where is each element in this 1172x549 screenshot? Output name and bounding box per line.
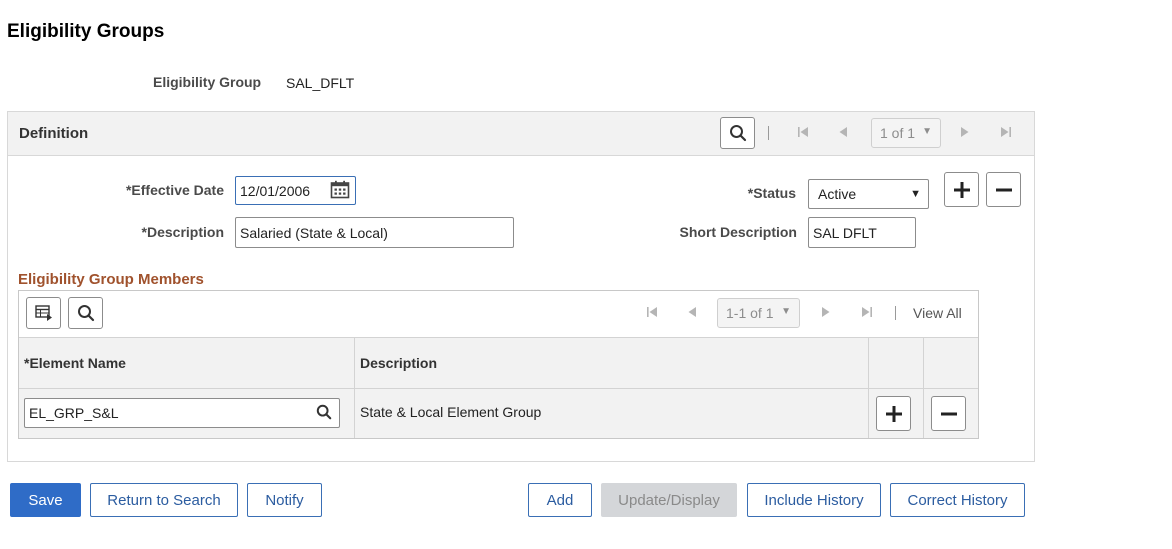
- view-all-link[interactable]: View All: [913, 305, 962, 321]
- members-section-title: Eligibility Group Members: [18, 271, 204, 288]
- previous-page-icon[interactable]: [838, 126, 848, 138]
- members-pager[interactable]: 1-1 of 1 ▼: [717, 298, 800, 328]
- column-header-element-name[interactable]: *Element Name: [24, 355, 126, 371]
- last-page-icon[interactable]: [861, 306, 873, 318]
- search-icon: [77, 305, 94, 322]
- calendar-icon[interactable]: [330, 180, 350, 199]
- definition-header: Definition 1 of 1 ▼: [8, 112, 1034, 156]
- minus-icon: [940, 412, 957, 415]
- description-field[interactable]: Salaried (State & Local): [235, 217, 514, 248]
- column-divider: [923, 337, 924, 438]
- column-divider: [354, 337, 355, 438]
- delete-member-row-button[interactable]: [931, 396, 966, 431]
- eligibility-group-value: SAL_DFLT: [286, 75, 355, 91]
- description-value: Salaried (State & Local): [240, 224, 388, 241]
- first-page-icon[interactable]: [797, 126, 809, 138]
- column-divider: [868, 337, 869, 438]
- page-title: Eligibility Groups: [7, 21, 165, 42]
- definition-pager[interactable]: 1 of 1 ▼: [871, 118, 941, 148]
- element-name-value: EL_GRP_S&L: [29, 405, 119, 421]
- find-button[interactable]: [720, 117, 755, 149]
- grid-personalize-icon: [34, 305, 52, 321]
- notify-button[interactable]: Notify: [247, 483, 322, 517]
- short-description-field[interactable]: SAL DFLT: [808, 217, 916, 248]
- table-row: EL_GRP_S&L State & Local Element Group: [19, 389, 978, 438]
- next-page-icon[interactable]: [960, 126, 970, 138]
- minus-icon: [995, 188, 1012, 191]
- add-button[interactable]: Add: [528, 483, 592, 517]
- grid-header-row: *Element Name Description: [19, 337, 978, 389]
- search-icon[interactable]: [316, 404, 332, 420]
- chevron-down-icon: ▼: [910, 188, 921, 200]
- member-description: State & Local Element Group: [360, 404, 542, 420]
- grid-toolbar: 1-1 of 1 ▼ View All: [19, 291, 978, 337]
- include-history-button[interactable]: Include History: [747, 483, 881, 517]
- column-header-description[interactable]: Description: [360, 355, 437, 371]
- element-name-field[interactable]: EL_GRP_S&L: [24, 398, 340, 428]
- personalize-grid-button[interactable]: [26, 297, 61, 329]
- members-pager-text: 1-1 of 1: [726, 305, 774, 321]
- grid-find-button[interactable]: [68, 297, 103, 329]
- toolbar-separator: [768, 126, 769, 140]
- description-label: *Description: [141, 224, 224, 240]
- definition-pager-text: 1 of 1: [880, 125, 916, 141]
- toolbar-separator: [895, 306, 896, 320]
- next-page-icon[interactable]: [821, 306, 831, 318]
- chevron-down-icon: ▼: [922, 126, 932, 137]
- short-description-label: Short Description: [679, 224, 797, 240]
- search-icon: [729, 125, 746, 142]
- previous-page-icon[interactable]: [687, 306, 697, 318]
- first-page-icon[interactable]: [646, 306, 658, 318]
- effective-date-value: 12/01/2006: [240, 182, 311, 199]
- eligibility-group-label: Eligibility Group: [153, 74, 262, 90]
- plus-icon: [953, 181, 970, 198]
- status-label: *Status: [747, 185, 796, 201]
- effective-date-label: *Effective Date: [125, 182, 224, 198]
- add-member-row-button[interactable]: [876, 396, 911, 431]
- correct-history-button[interactable]: Correct History: [890, 483, 1025, 517]
- add-row-button[interactable]: [944, 172, 979, 207]
- members-grid: 1-1 of 1 ▼ View All *Element Name Descri…: [18, 290, 979, 439]
- save-button[interactable]: Save: [10, 483, 81, 517]
- plus-icon: [885, 405, 902, 422]
- status-select[interactable]: Active ▼: [808, 179, 929, 209]
- return-to-search-button[interactable]: Return to Search: [90, 483, 238, 517]
- last-page-icon[interactable]: [1000, 126, 1012, 138]
- chevron-down-icon: ▼: [781, 306, 791, 317]
- update-display-button: Update/Display: [601, 483, 737, 517]
- definition-title: Definition: [19, 125, 89, 142]
- delete-row-button[interactable]: [986, 172, 1021, 207]
- status-value: Active: [818, 186, 857, 202]
- short-description-value: SAL DFLT: [813, 224, 877, 241]
